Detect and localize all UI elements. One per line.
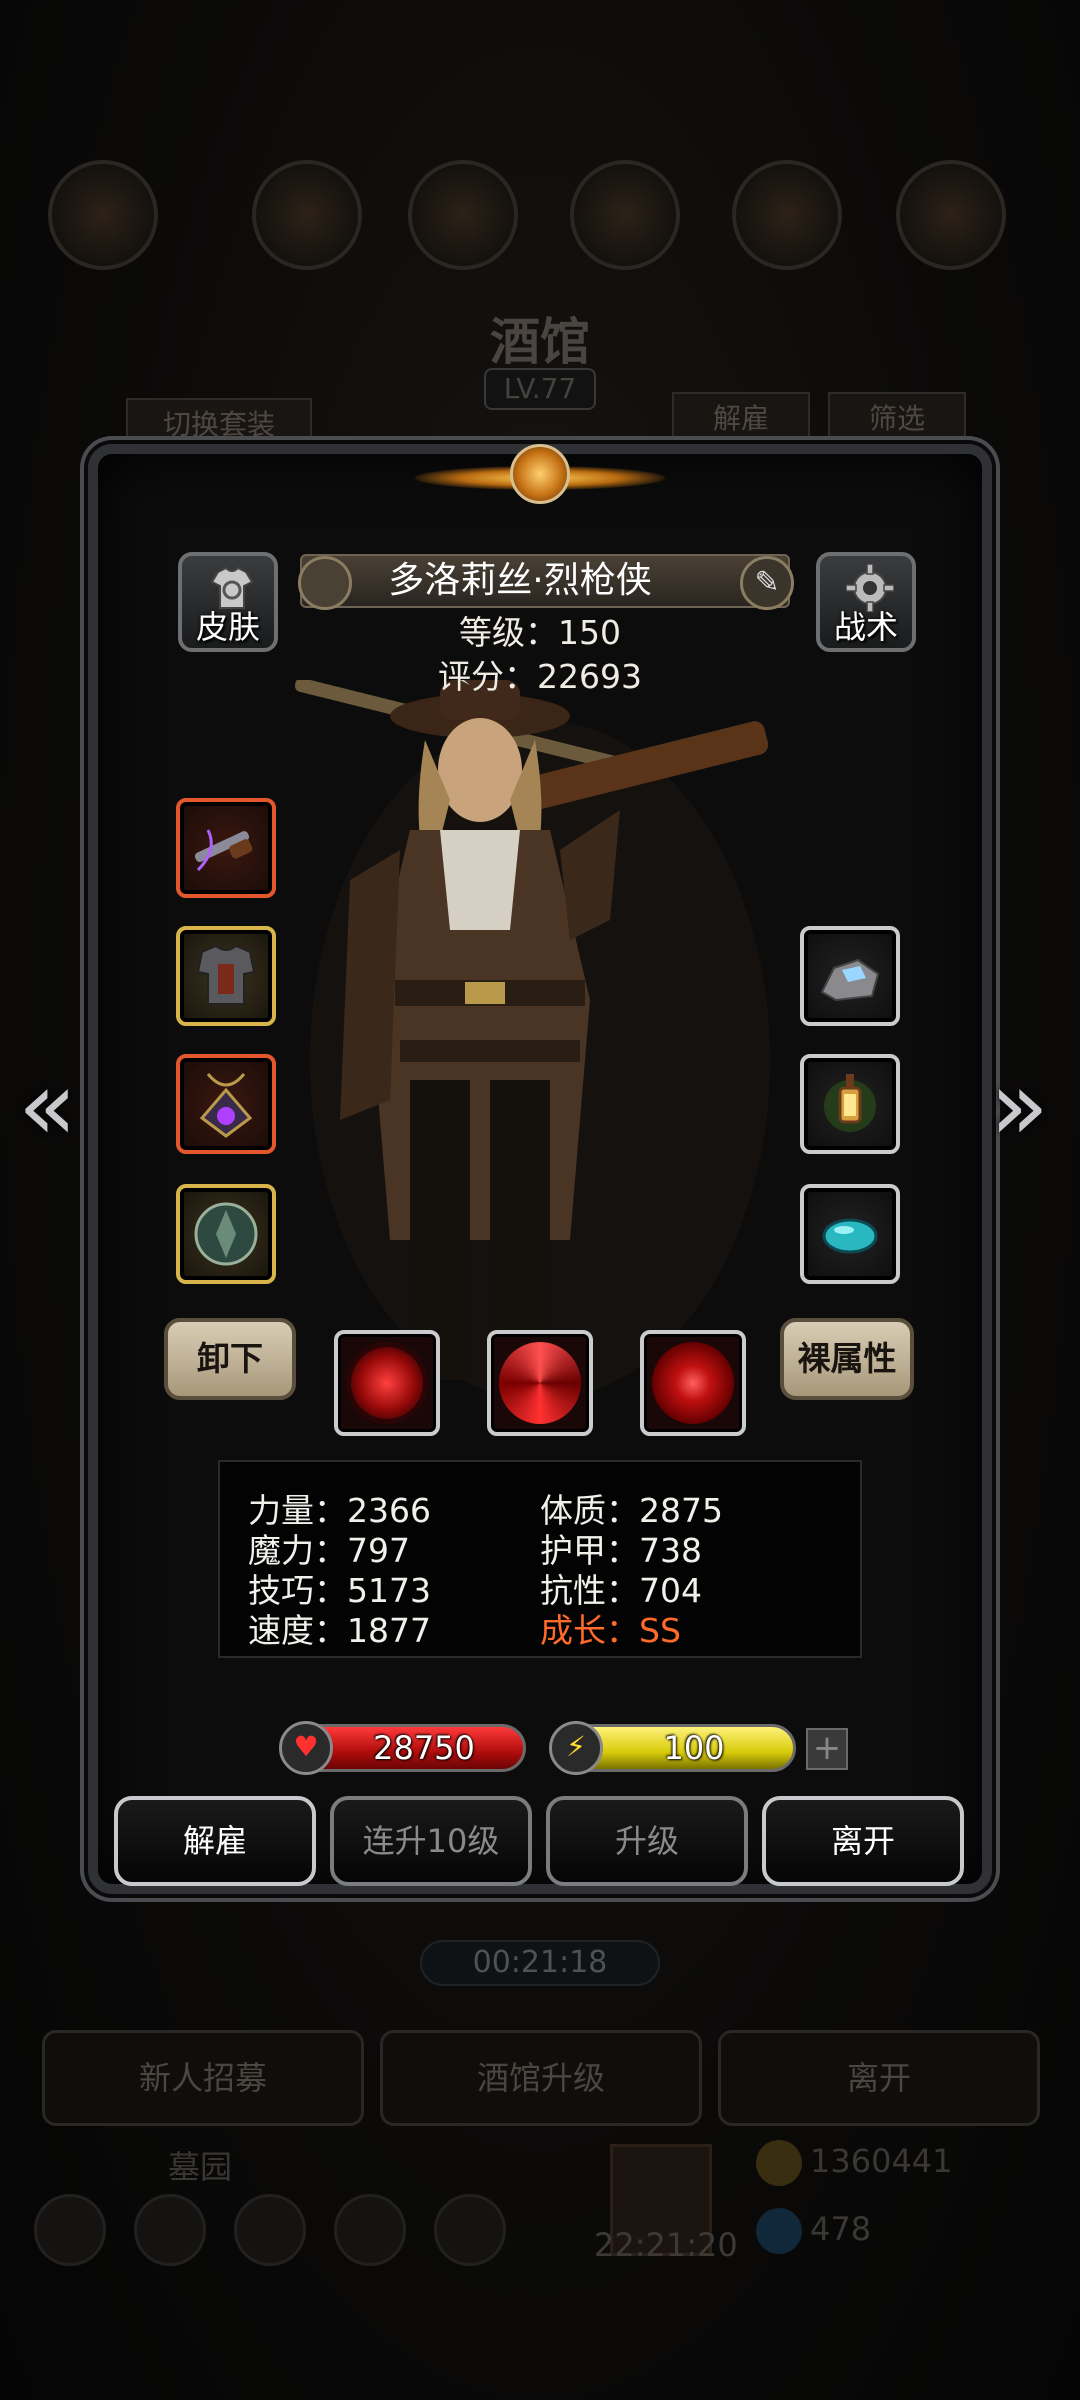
bg-menu-icon (48, 160, 158, 270)
level-up-10-button[interactable]: 连升10级 (330, 1796, 532, 1886)
skin-button[interactable]: 皮肤 (178, 552, 278, 652)
bg-menu-icon (896, 160, 1006, 270)
panel-crest-emblem (415, 440, 665, 520)
next-hero-arrow[interactable]: » (990, 1050, 1049, 1162)
swirl-skill-icon (499, 1342, 581, 1424)
turquoise-stone-icon (822, 1218, 878, 1254)
musket-weapon-icon (194, 829, 253, 872)
tavern-title: 酒馆 (490, 312, 590, 371)
tavern-leave-button: 离开 (718, 2030, 1040, 2126)
hero-score: 评分：22693 (438, 657, 642, 696)
energy-bar: ⚡ 100 (549, 1721, 796, 1775)
filter-tab: 筛选 (828, 392, 966, 446)
bg-menu-icon (570, 160, 680, 270)
bottom-nav-icon (34, 2194, 106, 2266)
bg-menu-icon (408, 160, 518, 270)
bg-menu-icon (252, 160, 362, 270)
skin-label: 皮肤 (195, 608, 260, 646)
add-energy-button[interactable]: + (806, 1728, 848, 1770)
charm-slot[interactable] (800, 1184, 900, 1284)
hero-portrait (294, 680, 770, 1400)
amulet-icon (199, 1073, 253, 1138)
bottom-nav-icon (234, 2194, 306, 2266)
target-crosshair-skill-icon (346, 1342, 428, 1424)
skill-slot-2[interactable] (487, 1330, 593, 1436)
hp-bar: ♥ 28750 (279, 1721, 526, 1775)
tavern-level: LV.77 (484, 368, 596, 410)
top-icon-row (0, 160, 1080, 280)
amulet-slot[interactable] (176, 1054, 276, 1154)
ring-slot[interactable] (800, 926, 900, 1026)
tavern-upgrade-button: 酒馆升级 (380, 2030, 702, 2126)
shield-slot[interactable] (176, 1184, 276, 1284)
dismiss-hero-button[interactable]: 解雇 (114, 1796, 316, 1886)
shield-emblem-icon (194, 1202, 258, 1266)
gold-coin-icon (756, 2140, 802, 2186)
bottom-nav-icon (134, 2194, 206, 2266)
pencil-icon: ✎ (754, 565, 780, 600)
dismiss-tab: 解雇 (672, 392, 810, 446)
bottom-nav-icon (334, 2194, 406, 2266)
bg-menu-icon (732, 160, 842, 270)
leave-button[interactable]: 离开 (762, 1796, 964, 1886)
system-clock: 22:21:20 (594, 2226, 738, 2264)
skill-slot-3[interactable] (640, 1330, 746, 1436)
tactics-button[interactable]: 战术 (816, 552, 916, 652)
hero-name: 多洛莉丝·烈枪侠 (388, 560, 652, 601)
stat-growth: 成长：SS (540, 1611, 681, 1650)
level-up-button[interactable]: 升级 (546, 1796, 748, 1886)
stat-speed: 速度：1877 (248, 1611, 431, 1650)
recruit-timer: 00:21:18 (420, 1940, 660, 1986)
cemetery-label: 墓园 (168, 2148, 233, 2186)
previous-hero-arrow[interactable]: « (18, 1050, 77, 1162)
unequip-button[interactable]: 卸下 (164, 1318, 296, 1400)
rename-button[interactable]: ✎ (740, 556, 794, 610)
gem-stone-icon (820, 958, 880, 1002)
tactics-label: 战术 (833, 608, 898, 646)
lantern-slot[interactable] (800, 1054, 900, 1154)
bare-attributes-button[interactable]: 裸属性 (780, 1318, 914, 1400)
gem-icon (756, 2208, 802, 2254)
energy-value: 100 (663, 1729, 725, 1767)
chest-armor-icon (196, 944, 256, 1005)
new-recruit-button: 新人招募 (42, 2030, 364, 2126)
hero-level: 等级：150 (459, 613, 621, 652)
bottom-nav-icon (434, 2194, 506, 2266)
hp-value: 28750 (373, 1729, 475, 1767)
armor-slot[interactable] (176, 926, 276, 1026)
lantern-icon (824, 1074, 876, 1132)
gold-counter: 1360441 (756, 2140, 953, 2186)
gem-counter: 478 (756, 2208, 871, 2254)
skill-slot-1[interactable] (334, 1330, 440, 1436)
target-skill-icon (652, 1342, 734, 1424)
weapon-slot[interactable] (176, 798, 276, 898)
